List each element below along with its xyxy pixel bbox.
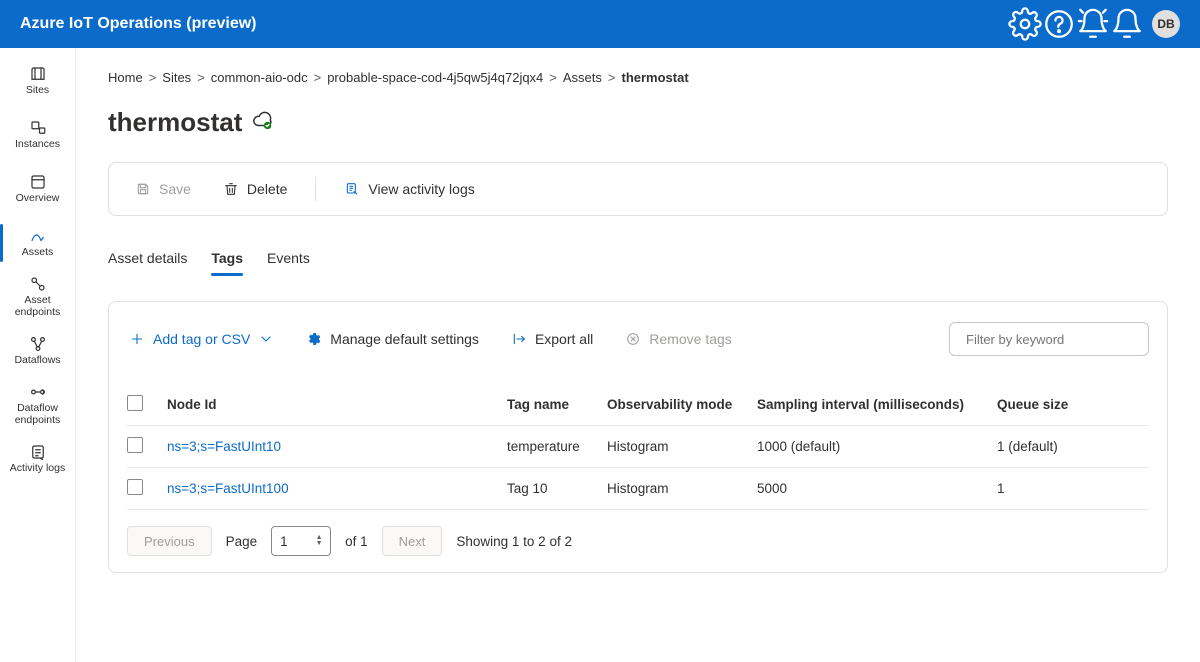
- filter-input-wrapper[interactable]: [949, 322, 1149, 356]
- cell-obs: Histogram: [607, 439, 757, 454]
- breadcrumb-current: thermostat: [622, 70, 689, 85]
- tags-table: Node Id Tag name Observability mode Samp…: [127, 384, 1149, 510]
- brand-title: Azure IoT Operations (preview): [20, 15, 256, 33]
- breadcrumb-site[interactable]: common-aio-odc: [211, 70, 308, 85]
- tabs: Asset details Tags Events: [108, 244, 1168, 277]
- sidebar: Sites Instances Overview Assets Asset en…: [0, 48, 76, 662]
- node-id-link[interactable]: ns=3;s=FastUInt100: [167, 481, 289, 496]
- tags-toolbar: Add tag or CSV Manage default settings E…: [127, 322, 1149, 356]
- sidebar-item-label: Dataflows: [10, 355, 64, 367]
- notifications-bell-icon[interactable]: [1110, 7, 1144, 41]
- tab-tags[interactable]: Tags: [211, 244, 243, 276]
- chevron-down-icon: [258, 331, 274, 347]
- table-row: ns=3;s=FastUInt10 temperature Histogram …: [127, 426, 1149, 468]
- cell-tagname: Tag 10: [507, 481, 607, 496]
- cloud-sync-ok-icon: [252, 109, 274, 136]
- export-all-button[interactable]: Export all: [509, 327, 595, 351]
- pager: Previous Page 1 ▲▼ of 1 Next Showing 1 t…: [127, 526, 1149, 556]
- tab-events[interactable]: Events: [267, 244, 310, 276]
- tags-panel: Add tag or CSV Manage default settings E…: [108, 301, 1168, 573]
- table-header-row: Node Id Tag name Observability mode Samp…: [127, 384, 1149, 426]
- of-label: of 1: [345, 534, 368, 549]
- sidebar-item-label: Assets: [18, 247, 58, 259]
- delete-button[interactable]: Delete: [213, 175, 297, 203]
- breadcrumb-instance[interactable]: probable-space-cod-4j5qw5j4q72jqx4: [327, 70, 543, 85]
- node-id-link[interactable]: ns=3;s=FastUInt10: [167, 439, 281, 454]
- next-page-button: Next: [382, 526, 443, 556]
- sidebar-item-dataflow-endpoints[interactable]: Dataflow endpoints: [0, 378, 75, 432]
- page-number-input[interactable]: 1 ▲▼: [271, 526, 331, 556]
- help-icon[interactable]: [1042, 7, 1076, 41]
- page-title: thermostat: [108, 107, 242, 138]
- top-header: Azure IoT Operations (preview) DB: [0, 0, 1200, 48]
- table-row: ns=3;s=FastUInt100 Tag 10 Histogram 5000…: [127, 468, 1149, 510]
- col-tagname[interactable]: Tag name: [507, 397, 607, 412]
- divider: [315, 177, 316, 201]
- cell-tagname: temperature: [507, 439, 607, 454]
- col-obs[interactable]: Observability mode: [607, 397, 757, 412]
- settings-gear-icon[interactable]: [1008, 7, 1042, 41]
- cell-queue: 1 (default): [997, 439, 1127, 454]
- sidebar-item-label: Asset endpoints: [0, 295, 75, 318]
- sidebar-item-label: Overview: [12, 193, 64, 205]
- whats-new-icon[interactable]: [1076, 7, 1110, 41]
- sidebar-item-label: Sites: [22, 85, 53, 97]
- view-activity-logs-button[interactable]: View activity logs: [334, 175, 484, 203]
- col-queue[interactable]: Queue size: [997, 397, 1127, 412]
- select-all-checkbox[interactable]: [127, 395, 143, 411]
- sidebar-item-instances[interactable]: Instances: [0, 108, 75, 162]
- row-checkbox[interactable]: [127, 437, 143, 453]
- breadcrumb-home[interactable]: Home: [108, 70, 143, 85]
- showing-label: Showing 1 to 2 of 2: [456, 534, 572, 549]
- add-tag-button[interactable]: Add tag or CSV: [127, 327, 276, 351]
- user-avatar[interactable]: DB: [1152, 10, 1180, 38]
- save-button: Save: [125, 175, 201, 203]
- sidebar-item-activity-logs[interactable]: Activity logs: [0, 432, 75, 486]
- previous-page-button: Previous: [127, 526, 212, 556]
- page-label: Page: [226, 534, 258, 549]
- col-node[interactable]: Node Id: [167, 397, 507, 412]
- filter-input[interactable]: [966, 332, 1142, 347]
- sidebar-item-label: Activity logs: [6, 463, 69, 475]
- sidebar-item-label: Instances: [11, 139, 64, 151]
- spinner-icon[interactable]: ▲▼: [312, 529, 326, 553]
- sidebar-item-sites[interactable]: Sites: [0, 54, 75, 108]
- cell-sampling: 5000: [757, 481, 997, 496]
- breadcrumb: Home> Sites> common-aio-odc> probable-sp…: [108, 70, 1168, 85]
- cell-sampling: 1000 (default): [757, 439, 997, 454]
- main-content: Home> Sites> common-aio-odc> probable-sp…: [76, 48, 1200, 662]
- row-checkbox[interactable]: [127, 479, 143, 495]
- sidebar-item-overview[interactable]: Overview: [0, 162, 75, 216]
- sidebar-item-dataflows[interactable]: Dataflows: [0, 324, 75, 378]
- cell-queue: 1: [997, 481, 1127, 496]
- col-sampling[interactable]: Sampling interval (milliseconds): [757, 397, 997, 412]
- sidebar-item-asset-endpoints[interactable]: Asset endpoints: [0, 270, 75, 324]
- tab-asset-details[interactable]: Asset details: [108, 244, 187, 276]
- remove-tags-button: Remove tags: [623, 327, 733, 351]
- sidebar-item-label: Dataflow endpoints: [0, 403, 75, 426]
- action-bar: Save Delete View activity logs: [108, 162, 1168, 216]
- cell-obs: Histogram: [607, 481, 757, 496]
- sidebar-item-assets[interactable]: Assets: [0, 216, 75, 270]
- manage-default-settings-button[interactable]: Manage default settings: [304, 327, 481, 351]
- breadcrumb-assets[interactable]: Assets: [563, 70, 602, 85]
- breadcrumb-sites[interactable]: Sites: [162, 70, 191, 85]
